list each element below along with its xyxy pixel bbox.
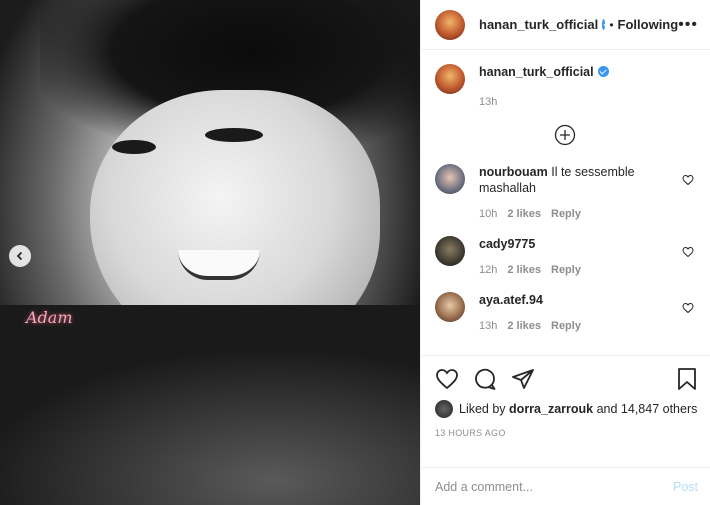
- like-heart-icon[interactable]: [435, 367, 459, 391]
- verified-icon: [602, 19, 606, 30]
- separator-dot: •: [609, 17, 614, 32]
- heart-icon[interactable]: [682, 174, 694, 186]
- comment-likes[interactable]: 2 likes: [507, 264, 541, 276]
- likes-line: Liked by dorra_zarrouk and 14,847 others: [435, 400, 698, 418]
- heart-icon[interactable]: [682, 246, 694, 258]
- plus-circle-icon: [554, 124, 575, 146]
- more-options-icon[interactable]: •••: [678, 16, 698, 34]
- instagram-post: Adam hanan_turk_official • Following •••…: [0, 0, 710, 505]
- caption-time[interactable]: 13h: [479, 96, 497, 108]
- reply-button[interactable]: Reply: [551, 208, 581, 220]
- add-comment-bar: Add a comment... Post: [421, 467, 710, 505]
- comment-time[interactable]: 10h: [479, 208, 497, 220]
- post-image[interactable]: Adam: [0, 0, 420, 505]
- comment-time[interactable]: 13h: [479, 320, 497, 332]
- following-button[interactable]: Following: [618, 17, 679, 32]
- comment-bubble-icon[interactable]: [473, 367, 497, 391]
- comments-section: hanan_turk_official 13h nourbouam Il te …: [421, 50, 710, 355]
- comment-likes[interactable]: 2 likes: [507, 208, 541, 220]
- comment-item: aya.atef.94 13h 2 likes Reply: [435, 292, 694, 334]
- chevron-left-icon: [16, 251, 23, 261]
- heart-icon[interactable]: [682, 302, 694, 314]
- comment-time[interactable]: 12h: [479, 264, 497, 276]
- photo-eye-left: [112, 140, 156, 154]
- post-sidebar: hanan_turk_official • Following ••• hana…: [420, 0, 710, 505]
- action-bar: Liked by dorra_zarrouk and 14,847 others…: [421, 355, 710, 467]
- comment-likes[interactable]: 2 likes: [507, 320, 541, 332]
- avatar[interactable]: [435, 236, 465, 266]
- avatar[interactable]: [435, 164, 465, 194]
- comment-item: cady9775 12h 2 likes Reply: [435, 236, 694, 278]
- share-paper-plane-icon[interactable]: [511, 367, 535, 391]
- load-more-comments-button[interactable]: [435, 124, 694, 146]
- caption-username[interactable]: hanan_turk_official: [479, 65, 594, 79]
- photo-sweater: [0, 305, 420, 505]
- liked-by-others[interactable]: and 14,847 others: [597, 402, 698, 416]
- avatar[interactable]: [435, 400, 453, 418]
- post-timestamp[interactable]: 13 HOURS AGO: [435, 428, 698, 438]
- verified-icon: [597, 66, 609, 77]
- avatar[interactable]: [435, 292, 465, 322]
- caption: hanan_turk_official 13h: [435, 64, 694, 110]
- avatar[interactable]: [435, 9, 465, 40]
- add-comment-input[interactable]: Add a comment...: [435, 480, 533, 494]
- liked-by-user[interactable]: dorra_zarrouk: [509, 402, 593, 416]
- comment-username[interactable]: cady9775: [479, 237, 535, 251]
- comment-username[interactable]: aya.atef.94: [479, 293, 543, 307]
- prev-image-button[interactable]: [9, 245, 31, 267]
- reply-button[interactable]: Reply: [551, 264, 581, 276]
- reply-button[interactable]: Reply: [551, 320, 581, 332]
- comment-username[interactable]: nourbouam: [479, 165, 548, 179]
- bookmark-icon[interactable]: [676, 367, 698, 391]
- comment-item: nourbouam Il te sessemble mashallah 10h 2…: [435, 164, 694, 222]
- image-overlay-text: Adam: [26, 308, 73, 327]
- post-comment-button[interactable]: Post: [673, 480, 698, 494]
- photo-eye-right: [205, 128, 263, 142]
- liked-by-prefix: Liked by: [459, 402, 506, 416]
- post-header: hanan_turk_official • Following •••: [421, 0, 710, 50]
- avatar[interactable]: [435, 64, 465, 94]
- header-username[interactable]: hanan_turk_official: [479, 17, 598, 32]
